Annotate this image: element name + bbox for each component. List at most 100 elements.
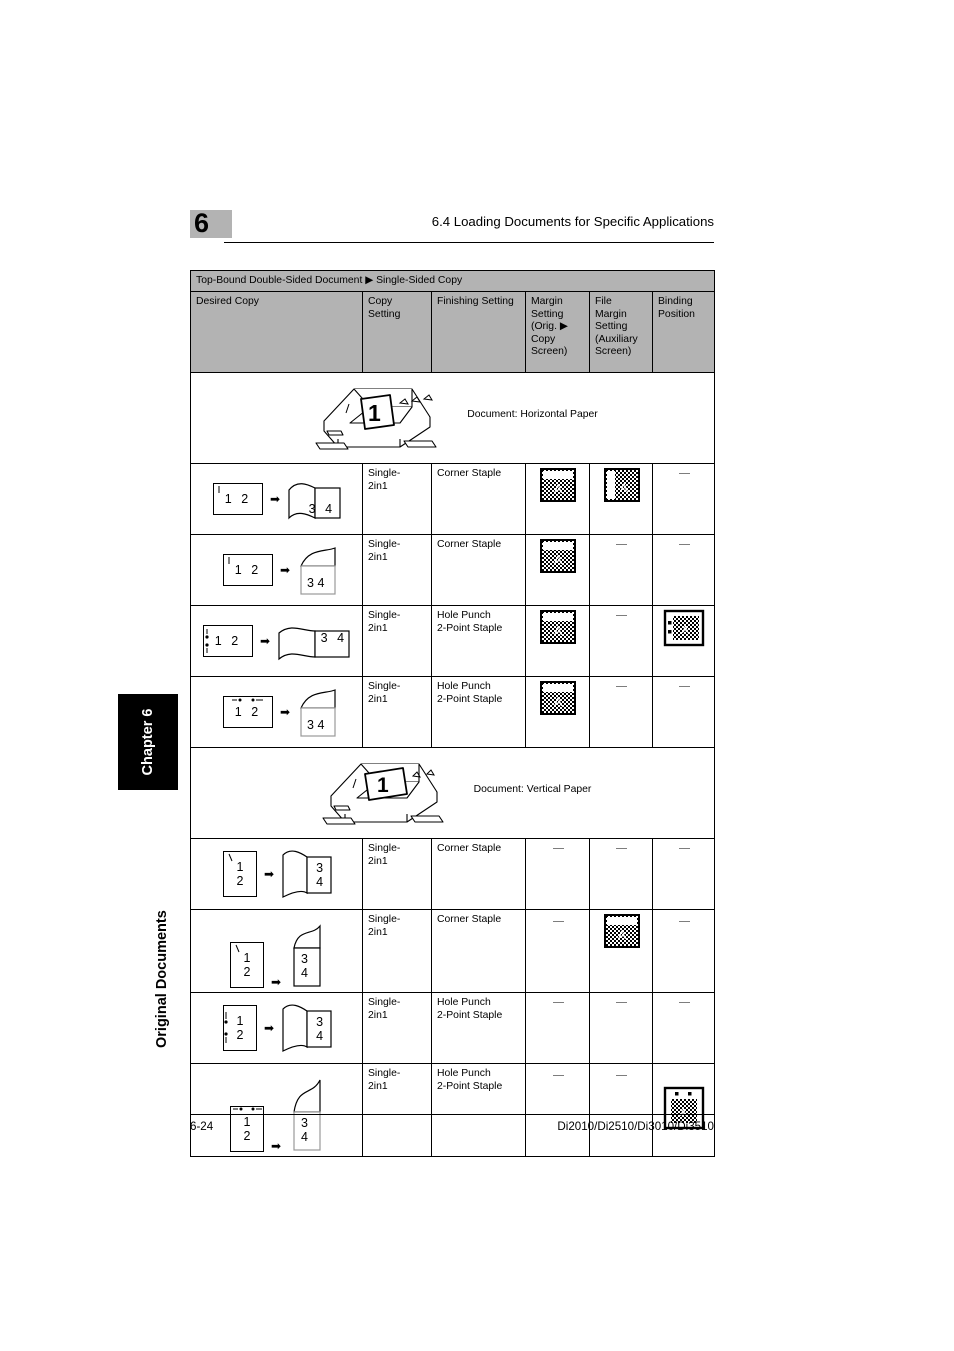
table-row: 1 2 ➡ 3 4 (190, 676, 715, 749)
margin-top-icon: A (540, 539, 576, 574)
svg-text:A: A (618, 928, 626, 942)
chapter-number: 6 (194, 208, 209, 238)
svg-text:A: A (682, 625, 689, 636)
dash-icon (552, 848, 564, 850)
margin-setting-3: A (525, 605, 590, 678)
desired-copy-diagram-2: 1 2 ➡ 3 4 (190, 534, 363, 607)
desired-copy-diagram-5: 1 2 ➡ 3 4 (190, 838, 363, 911)
binding-position-7 (652, 992, 715, 1065)
page-title: 6.4 Loading Documents for Specific Appli… (431, 214, 714, 229)
flow-arrow-icon: ➡ (263, 1021, 275, 1036)
copier-illustration-horizontal: 1 (308, 377, 441, 453)
table-row: 1 2 ➡ 3 4 (190, 909, 715, 994)
binding-position-6 (652, 909, 715, 994)
source-document-box: 1 2 (222, 554, 273, 587)
chapter-tab-label: Chapter 6 (140, 708, 156, 776)
copier-illustration-vertical: 1 (315, 752, 448, 828)
file-margin-setting-2 (589, 534, 653, 607)
dash-icon (678, 686, 690, 688)
dash-icon (678, 848, 690, 850)
column-header-finishing-setting: Finishing Setting (431, 291, 526, 374)
column-header-file-margin-setting: File Margin Setting (Auxiliary Screen) (589, 291, 653, 374)
finishing-setting-4: Hole Punch 2-Point Staple (431, 676, 526, 749)
table-row: 1 2 ➡ 3 4 (190, 605, 715, 678)
svg-text:A: A (554, 624, 562, 638)
dash-icon (552, 1002, 564, 1004)
dash-icon (616, 848, 627, 850)
table-row: 1 2 ➡ 3 4 Single- 2in1 Hole Punch 2-Poin… (190, 1063, 715, 1158)
section-side-label: Original Documents (128, 820, 170, 1050)
illustration-row-vertical: 1 Document: Vertical Paper (190, 747, 715, 840)
table-header-row: Desired Copy Copy Setting Finishing Sett… (190, 291, 715, 374)
margin-setting-5 (525, 838, 590, 911)
source-document-box: 1 2 (212, 483, 263, 516)
finishing-setting-1: Corner Staple (431, 463, 526, 536)
output-page-curved: 3 4 (281, 1003, 332, 1053)
dash-icon (552, 1075, 564, 1077)
punch-marks-icon (224, 1012, 228, 1044)
section-side-label-text: Original Documents (154, 910, 170, 1048)
finishing-setting-6: Corner Staple (431, 909, 526, 994)
footer-model-list: Di2010/Di2510/Di3010/Di3510 (557, 1120, 714, 1133)
binding-position-1 (652, 463, 715, 536)
finishing-setting-3: Hole Punch 2-Point Staple (431, 605, 526, 678)
flow-arrow-icon: ➡ (259, 634, 271, 649)
flow-arrow-icon: ➡ (279, 705, 291, 720)
output-page-curved: 3 4 (281, 849, 332, 899)
header-rule (224, 242, 714, 243)
file-margin-setting-6: A (589, 909, 653, 994)
flow-arrow-icon: ➡ (263, 867, 275, 882)
svg-text:1: 1 (368, 400, 381, 426)
copy-setting-4: Single- 2in1 (362, 676, 432, 749)
binding-position-8: A (652, 1063, 715, 1158)
source-document-box: 1 2 (222, 696, 273, 729)
finishing-setting-8: Hole Punch 2-Point Staple (431, 1063, 526, 1158)
output-page-curved: 3 4 (277, 623, 351, 661)
file-margin-setting-8 (589, 1063, 653, 1158)
margin-setting-6 (525, 909, 590, 994)
output-page-curved: 3 4 (287, 478, 341, 520)
copy-setting-7: Single- 2in1 (362, 992, 432, 1065)
margin-top-icon: A (603, 914, 640, 949)
illustration-caption-horizontal: Document: Horizontal Paper (467, 409, 598, 421)
desired-copy-diagram-4: 1 2 ➡ 3 4 (190, 676, 363, 749)
file-margin-setting-5 (589, 838, 653, 911)
flow-arrow-icon: ➡ (270, 975, 282, 990)
table-row: 1 2 ➡ 3 4 Single- 2in1 C (190, 534, 715, 607)
chapter-tab: Chapter 6 (118, 694, 178, 790)
svg-text:1: 1 (377, 774, 389, 797)
column-header-binding-position: Binding Position (652, 291, 715, 374)
copy-setting-8: Single- 2in1 (362, 1063, 432, 1158)
punch-marks-icon (205, 629, 209, 654)
finishing-setting-5: Corner Staple (431, 838, 526, 911)
margin-top-icon: A (540, 468, 576, 503)
flow-arrow-icon: ➡ (269, 492, 281, 507)
source-document-box: 1 2 (202, 625, 253, 658)
finishing-setting-7: Hole Punch 2-Point Staple (431, 992, 526, 1065)
dash-icon (552, 921, 564, 923)
binding-position-3: A (652, 605, 715, 678)
desired-copy-diagram-3: 1 2 ➡ 3 4 (190, 605, 363, 678)
output-page-curved: 3 4 (297, 544, 336, 596)
binding-position-2 (652, 534, 715, 607)
file-margin-setting-4 (589, 676, 653, 749)
source-document-box: 1 2 (229, 942, 264, 989)
svg-text:A: A (554, 482, 562, 496)
punch-marks-icon (231, 698, 263, 702)
desired-copy-diagram-8: 1 2 ➡ 3 4 (190, 1063, 363, 1158)
finishing-setting-2: Corner Staple (431, 534, 526, 607)
margin-setting-7 (525, 992, 590, 1065)
margin-setting-2: A (525, 534, 590, 607)
punch-marks-icon (232, 1107, 262, 1111)
copy-setting-3: Single- 2in1 (362, 605, 432, 678)
dash-icon (616, 1002, 627, 1004)
table-caption-row: Top-Bound Double-Sided Document ▶ Single… (190, 269, 715, 293)
table-row: 1 2 ➡ 3 4 Single- 2in1 C (190, 463, 715, 536)
column-header-copy-setting: Copy Setting (362, 291, 432, 374)
svg-text:A: A (554, 553, 562, 567)
dash-icon (616, 615, 627, 617)
column-header-margin-setting: Margin Setting (Orig. ▶ Copy Screen) (525, 291, 590, 374)
copy-setting-6: Single- 2in1 (362, 909, 432, 994)
desired-copy-diagram-1: 1 2 ➡ 3 4 (190, 463, 363, 536)
source-document-box: 1 2 (222, 1005, 257, 1052)
